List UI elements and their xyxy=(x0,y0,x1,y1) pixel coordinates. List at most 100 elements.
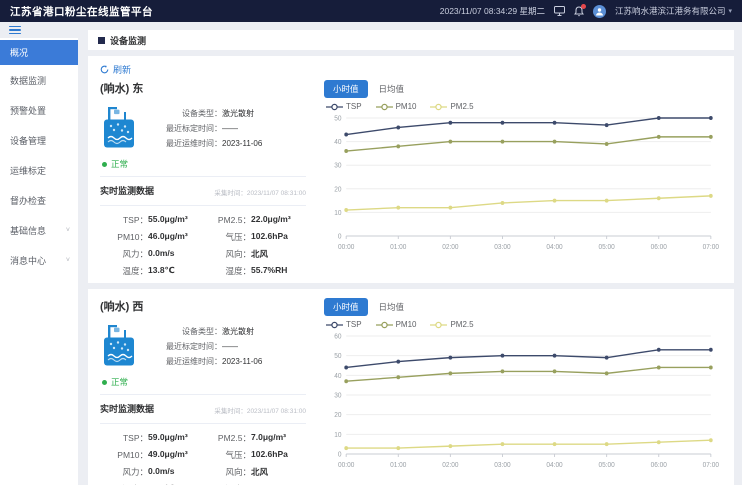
svg-text:10: 10 xyxy=(334,432,341,439)
svg-text:50: 50 xyxy=(334,353,341,360)
sidebar-item-device-management[interactable]: 设备管理 xyxy=(0,125,78,155)
metric-value: 46.0μg/m³ xyxy=(148,231,188,243)
svg-text:02:00: 02:00 xyxy=(442,244,459,251)
info-label: 最近运维时间： xyxy=(148,354,222,369)
metric-value: 0.0m/s xyxy=(148,466,174,478)
line-chart: 0102030405000:0001:0002:0003:0004:0005:0… xyxy=(322,112,722,254)
svg-text:40: 40 xyxy=(334,373,341,380)
tab-label: 设备监测 xyxy=(110,34,146,47)
tab-device-monitoring[interactable]: 设备监测 xyxy=(88,30,734,50)
metric-value: 13.8℃ xyxy=(148,265,175,277)
user-avatar[interactable] xyxy=(593,5,606,18)
tab-hourly[interactable]: 小时值 xyxy=(324,80,368,98)
metric-label: 温度： xyxy=(100,265,148,277)
svg-text:07:00: 07:00 xyxy=(703,462,720,469)
refresh-button[interactable]: 刷新 xyxy=(100,63,131,76)
legend-item-tsp[interactable]: TSP xyxy=(326,320,362,329)
svg-text:10: 10 xyxy=(334,210,341,217)
metric-label: PM10： xyxy=(100,231,148,243)
svg-text:05:00: 05:00 xyxy=(599,462,616,469)
svg-text:04:00: 04:00 xyxy=(546,244,563,251)
refresh-icon xyxy=(100,65,109,74)
legend-item-pm25[interactable]: PM2.5 xyxy=(430,102,473,111)
sidebar-item-data-monitoring[interactable]: 数据监测 xyxy=(0,65,78,95)
svg-text:01:00: 01:00 xyxy=(390,462,407,469)
info-value: —— xyxy=(222,339,238,354)
legend-label: PM10 xyxy=(396,102,417,111)
sidebar-item-maintenance-calibration[interactable]: 运维标定 xyxy=(0,155,78,185)
svg-text:30: 30 xyxy=(334,392,341,399)
device-panel: (响水) 西 xyxy=(88,289,734,485)
status-label: 正常 xyxy=(111,376,128,388)
legend-item-tsp[interactable]: TSP xyxy=(326,102,362,111)
status-badge: 正常 xyxy=(102,158,306,170)
metric-label: PM2.5： xyxy=(203,432,251,444)
legend-item-pm25[interactable]: PM2.5 xyxy=(430,320,473,329)
sidebar-item-label: 数据监测 xyxy=(10,74,46,87)
company-name: 江苏响水港滨江港务有限公司 xyxy=(615,5,726,17)
sidebar-item-label: 督办检查 xyxy=(10,194,46,207)
metric-label: TSP： xyxy=(100,432,148,444)
info-value: 激光散射 xyxy=(222,106,254,121)
info-label: 最近标定时间： xyxy=(148,339,222,354)
metric-value: 59.0μg/m³ xyxy=(148,432,188,444)
metric-label: PM2.5： xyxy=(203,214,251,226)
metric-label: 风力： xyxy=(100,248,148,260)
svg-text:20: 20 xyxy=(334,412,341,419)
svg-text:03:00: 03:00 xyxy=(494,462,511,469)
legend-marker-icon xyxy=(376,321,393,329)
chart-legend: TSP PM10 PM2.5 xyxy=(326,102,722,111)
metrics-grid: TSP：59.0μg/m³ PM2.5：7.0μg/m³ PM10：49.0μg… xyxy=(100,432,306,485)
svg-text:0: 0 xyxy=(338,451,342,458)
metric-label: 气压： xyxy=(203,231,251,243)
sidebar-item-message-center[interactable]: 消息中心˅ xyxy=(0,245,78,275)
sidebar-item-supervision-check[interactable]: 督办检查 xyxy=(0,185,78,215)
legend-marker-icon xyxy=(430,103,447,111)
screen-icon[interactable] xyxy=(554,6,565,16)
svg-text:60: 60 xyxy=(334,333,341,340)
tab-daily[interactable]: 日均值 xyxy=(374,298,410,316)
metric-label: 风向： xyxy=(203,248,251,260)
notification-bell-icon[interactable] xyxy=(574,6,584,17)
collect-time: 采集时间：2023/11/07 08:31:00 xyxy=(214,187,306,197)
info-value: 激光散射 xyxy=(222,324,254,339)
svg-text:01:00: 01:00 xyxy=(390,244,407,251)
metric-value: 55.0μg/m³ xyxy=(148,214,188,226)
dust-monitor-device-icon xyxy=(100,105,138,151)
menu-toggle-icon[interactable] xyxy=(0,22,78,38)
tab-hourly[interactable]: 小时值 xyxy=(324,298,368,316)
svg-text:20: 20 xyxy=(334,186,341,193)
svg-text:00:00: 00:00 xyxy=(338,462,355,469)
sidebar-item-overview[interactable]: 概况 xyxy=(0,40,78,65)
sidebar-item-label: 消息中心 xyxy=(10,254,46,267)
tab-daily[interactable]: 日均值 xyxy=(374,80,410,98)
sidebar-item-basic-info[interactable]: 基础信息˅ xyxy=(0,215,78,245)
metric-label: 风向： xyxy=(203,466,251,478)
dust-monitor-device-icon xyxy=(100,323,138,369)
sidebar-item-label: 预警处置 xyxy=(10,104,46,117)
sidebar-item-warning-disposal[interactable]: 预警处置 xyxy=(0,95,78,125)
metric-value: 55.7%RH xyxy=(251,265,287,277)
legend-item-pm10[interactable]: PM10 xyxy=(376,320,417,329)
svg-text:04:00: 04:00 xyxy=(546,462,563,469)
realtime-data-title: 实时监测数据 xyxy=(100,184,154,197)
status-label: 正常 xyxy=(111,158,128,170)
info-value: 2023-11-06 xyxy=(222,354,262,369)
chevron-down-icon: ˅ xyxy=(66,227,70,234)
info-label: 设备类型： xyxy=(148,106,222,121)
notification-badge xyxy=(581,4,586,9)
info-value: —— xyxy=(222,121,238,136)
device-title: (响水) 东 xyxy=(100,80,306,96)
legend-label: PM2.5 xyxy=(450,102,473,111)
info-value: 2023-11-06 xyxy=(222,136,262,151)
realtime-data-title: 实时监测数据 xyxy=(100,402,154,415)
svg-text:05:00: 05:00 xyxy=(599,244,616,251)
main-content: 设备监测 刷新 (响水) 东 xyxy=(78,22,742,485)
chevron-down-icon: ▾ xyxy=(728,7,732,15)
metric-value: 北风 xyxy=(251,466,268,478)
company-dropdown[interactable]: 江苏响水港滨江港务有限公司 ▾ xyxy=(615,5,732,17)
header-datetime: 2023/11/07 08:34:29 星期二 xyxy=(440,5,545,17)
legend-item-pm10[interactable]: PM10 xyxy=(376,102,417,111)
svg-text:40: 40 xyxy=(334,139,341,146)
legend-marker-icon xyxy=(430,321,447,329)
